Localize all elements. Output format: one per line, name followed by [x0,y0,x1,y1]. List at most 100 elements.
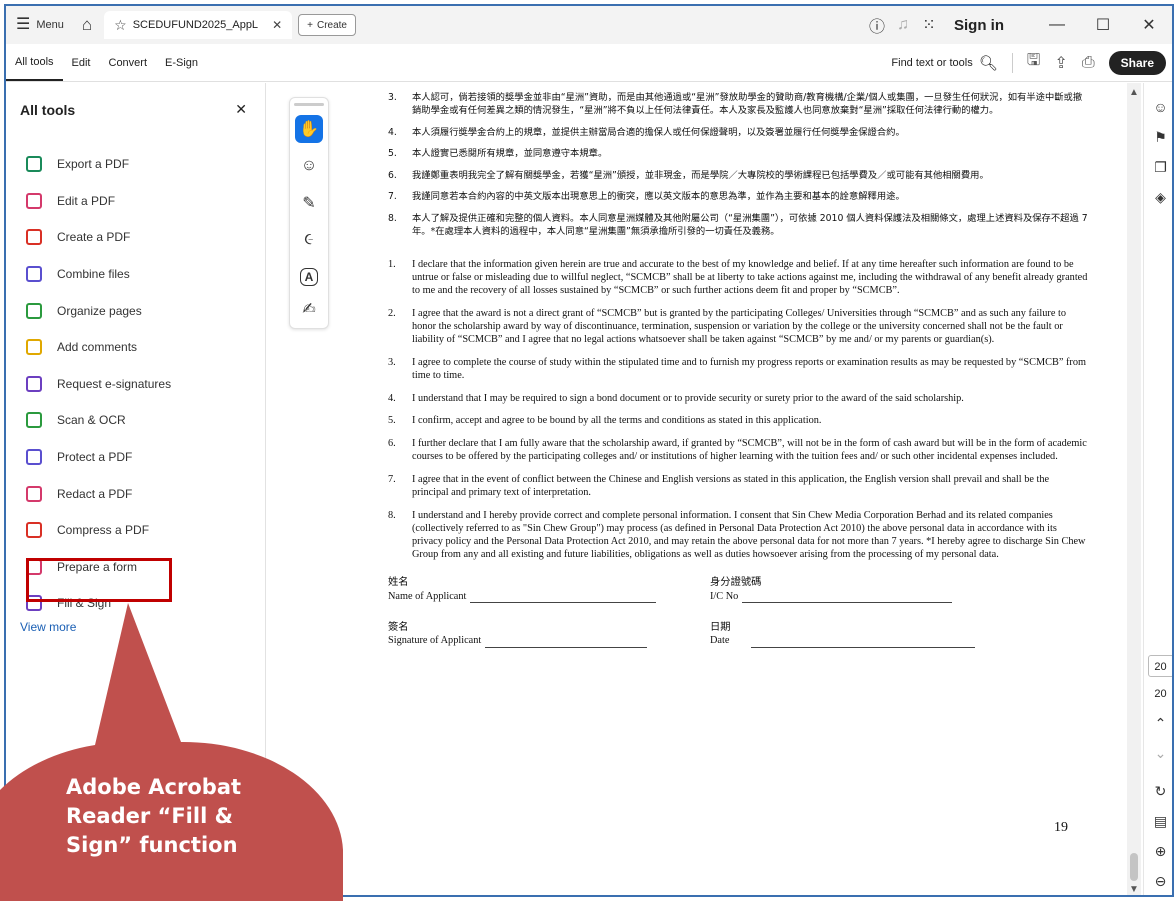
previous-page-icon[interactable]: ⌃ [1144,711,1172,735]
zoom-in-icon[interactable]: ⊕ [1144,839,1172,863]
current-page-input[interactable]: 20 [1147,655,1172,677]
date-line[interactable] [751,638,976,648]
comment-tool-icon[interactable]: ☺ [295,152,323,180]
print-icon[interactable]: ⎙ [1082,54,1095,72]
tool-item-label: Combine files [57,267,130,282]
ic-label-en: I/C No [710,590,739,602]
tool-item-label: Export a PDF [57,157,130,172]
tool-item-combine-files[interactable]: Combine files [6,256,265,293]
refresh-icon[interactable]: ↻ [1144,779,1172,803]
document-tab-title: SCEDUFUND2025_AppL [132,19,259,31]
en-term: 3. I agree to complete the course of stud… [388,357,1088,383]
next-page-icon[interactable]: ⌄ [1144,741,1172,765]
tool-item-edit-pdf[interactable]: Edit a PDF [6,183,265,220]
tool-item-redact-pdf[interactable]: Redact a PDF [6,475,265,512]
menu-button[interactable]: ☰ Menu [6,6,74,44]
maximize-icon[interactable]: ☐ [1080,15,1126,35]
menu-label: Menu [36,19,64,31]
tool-item-scan-ocr[interactable]: Scan & OCR [6,402,265,439]
date-label-zh: 日期 [710,621,731,633]
page-thumbnails-icon[interactable]: ❐ [1144,155,1172,179]
en-term: 2. I agree that the award is not a direct… [388,308,1088,347]
document-tab[interactable]: ☆ SCEDUFUND2025_AppL ✕ [104,11,293,39]
acrobat-window: ☰ Menu ⌂ ☆ SCEDUFUND2025_AppL ✕ + Create… [4,4,1174,897]
sign-tool-icon[interactable]: ✍ [295,295,323,323]
zoom-out-icon[interactable]: ⊖ [1144,869,1172,893]
tool-item-add-comments[interactable]: Add comments [6,329,265,366]
term-number: 5. [388,148,397,160]
tool-item-compress-pdf[interactable]: Compress a PDF [6,512,265,549]
upload-cloud-icon[interactable]: ⇪ [1054,53,1067,73]
tool-item-export-pdf[interactable]: Export a PDF [6,146,265,183]
chinese-terms: 3. 本人認可，倘若接領的獎學金並非由“星洲”資助，而是由其他通過或“星洲”發放助… [388,91,1088,239]
page-display-icon[interactable]: ▤ [1144,809,1172,833]
scroll-down-icon[interactable]: ▼ [1129,884,1139,895]
tab-all-tools[interactable]: All tools [6,44,63,81]
ic-line[interactable] [742,593,953,603]
save-icon[interactable]: 🖫 [1027,49,1041,76]
notifications-icon[interactable]: ♫ [890,16,916,34]
tab-esign[interactable]: E-Sign [156,44,207,81]
tab-edit[interactable]: Edit [63,44,100,81]
plus-icon: + [307,19,313,31]
term-number: 3. [388,356,396,368]
name-line[interactable] [470,593,657,603]
tool-item-protect-pdf[interactable]: Protect a PDF [6,439,265,476]
toolbar-divider [1011,52,1013,73]
tab-convert[interactable]: Convert [100,44,157,81]
find-text-or-tools[interactable]: Find text or tools 🔍︎ [891,54,997,72]
vertical-scrollbar[interactable]: ▲ ▼ [1127,83,1141,895]
tool-item-request-esign[interactable]: Request e-signatures [6,366,265,403]
tool-item-label: Edit a PDF [57,193,116,208]
combine-files-icon [26,266,42,283]
scroll-thumb[interactable] [1130,853,1138,881]
organize-pages-icon [26,302,42,319]
signature-label-zh: 簽名 [388,621,409,633]
scan-ocr-icon [26,412,42,429]
term-text: 本人證實已悉閱所有規章，並同意遵守本規章。 [412,148,608,160]
search-icon: 🔍︎ [978,54,998,72]
apps-grid-icon[interactable]: ⁙ [916,15,942,35]
view-more-link[interactable]: View more [6,620,265,634]
create-button[interactable]: + Create [298,14,356,36]
highlight-pen-icon[interactable]: ✎ [295,189,323,217]
text-box-icon[interactable]: A [300,268,318,286]
tool-item-create-pdf[interactable]: Create a PDF [6,219,265,256]
scroll-up-icon[interactable]: ▲ [1129,87,1139,98]
home-icon[interactable]: ⌂ [82,15,92,35]
protect-pdf-icon [26,449,42,466]
layers-icon[interactable]: ◈ [1144,185,1172,209]
term-text: I agree to complete the course of study … [412,356,1087,381]
en-term: 1. I declare that the information given h… [388,259,1088,298]
term-number: 7. [388,474,396,486]
hand-tool-icon[interactable]: ✋ [295,115,323,143]
bookmarks-icon[interactable]: ⚑ [1144,125,1172,149]
create-pdf-icon [26,229,42,246]
term-number: 5. [388,415,396,427]
sign-in-button[interactable]: Sign in [954,17,1004,34]
freehand-draw-icon[interactable]: ૯ [295,226,323,254]
close-tab-icon[interactable]: ✕ [272,18,282,32]
document-view: 3. 本人認可，倘若接領的獎學金並非由“星洲”資助，而是由其他通過或“星洲”發放助… [338,83,1127,895]
create-label: Create [316,19,347,31]
en-term: 8. I understand and I hereby provide corr… [388,510,1088,562]
star-icon[interactable]: ☆ [114,17,127,34]
comments-panel-icon[interactable]: ☺ [1144,95,1172,119]
term-number: 6. [388,169,397,181]
annotation-toolbar: ✋ ☺ ✎ ૯ A ✍ [289,97,329,329]
drag-handle[interactable] [294,103,324,106]
close-window-icon[interactable]: ✕ [1126,15,1172,35]
signature-line[interactable] [485,638,648,648]
minimize-icon[interactable]: — [1034,16,1080,34]
term-text: 我謹鄭重表明我完全了解有關獎學金，若獲“星洲”頒授，並非現金，而是學院／大專院校… [412,169,989,181]
help-icon[interactable]: ⓘ [864,13,890,37]
term-text: I understand and I hereby provide correc… [412,510,1086,561]
signature-field: 簽名 Signature of Applicant [388,621,710,648]
term-number: 4. [388,126,397,138]
tool-item-organize-pages[interactable]: Organize pages [6,292,265,329]
share-button[interactable]: Share [1108,50,1166,75]
ic-label-zh: 身分證號碼 [710,577,762,589]
fill-sign-highlight [26,558,172,602]
zh-term: 7. 我謹同意若本合約內容的中英文版本出現意思上的衝突，應以英文版本的意思為準，並… [388,190,1088,203]
close-panel-icon[interactable]: ✕ [235,101,247,118]
